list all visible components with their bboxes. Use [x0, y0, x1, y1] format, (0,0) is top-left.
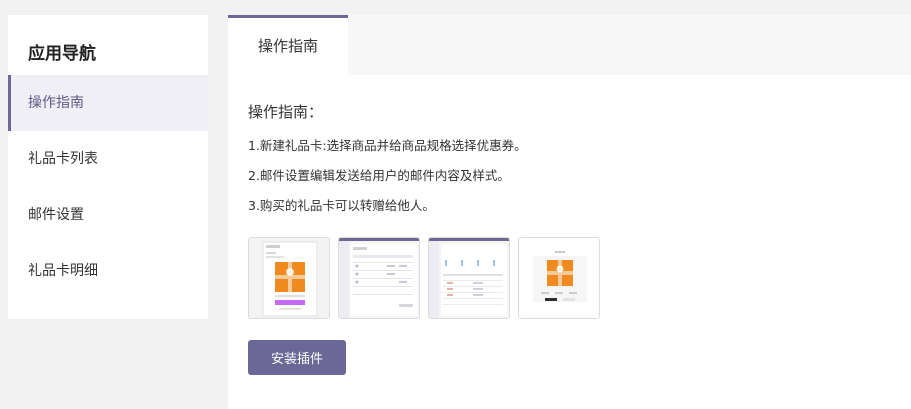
main-panel: 操作指南 操作指南： 1.新建礼品卡:选择商品并给商品规格选择优惠券。 2.邮件…: [228, 15, 911, 409]
screenshot-thumbnails: [248, 237, 608, 319]
sidebar: 应用导航 操作指南 礼品卡列表 邮件设置 礼品卡明细: [8, 15, 208, 319]
guide-step-1: 1.新建礼品卡:选择商品并给商品规格选择优惠券。: [248, 138, 527, 153]
gift-card-editor-preview-icon: [519, 238, 599, 318]
screenshot-thumbnail-3[interactable]: [428, 237, 510, 319]
guide-step-2: 2.邮件设置编辑发送给用户的邮件内容及样式。: [248, 168, 510, 183]
screenshot-thumbnail-4[interactable]: [518, 237, 600, 319]
screenshot-thumbnail-1[interactable]: [248, 237, 330, 319]
tab-guide[interactable]: 操作指南: [228, 15, 348, 75]
install-plugin-button[interactable]: 安装插件: [248, 340, 346, 375]
sidebar-item-guide[interactable]: 操作指南: [8, 75, 208, 131]
sidebar-item-gift-card-details[interactable]: 礼品卡明细: [8, 243, 208, 299]
gift-card-list-preview-icon: [339, 238, 419, 318]
sidebar-item-gift-card-list[interactable]: 礼品卡列表: [8, 131, 208, 187]
gift-card-mobile-preview-icon: [249, 238, 329, 318]
sidebar-title: 应用导航: [28, 44, 96, 64]
guide-heading: 操作指南：: [248, 103, 324, 121]
guide-step-3: 3.购买的礼品卡可以转赠给他人。: [248, 198, 435, 213]
screenshot-thumbnail-2[interactable]: [338, 237, 420, 319]
tab-bar: 操作指南: [228, 15, 911, 75]
sidebar-item-email-settings[interactable]: 邮件设置: [8, 187, 208, 243]
gift-card-details-preview-icon: [429, 238, 509, 318]
